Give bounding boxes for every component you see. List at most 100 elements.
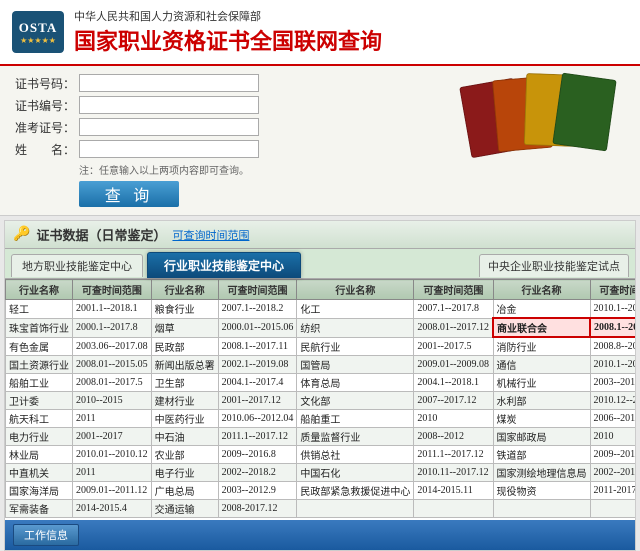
table-row: 轻工2001.1--2018.1粮食行业2007.1--2018.2化工2007… xyxy=(6,300,636,319)
table-cell: 2002.1--2019.08 xyxy=(218,356,297,374)
table-cell: 国土资源行业 xyxy=(6,356,73,374)
table-cell: 2007.1--2018.2 xyxy=(218,300,297,319)
work-info-button[interactable]: 工作信息 xyxy=(13,524,79,546)
table-cell: 纺织 xyxy=(297,318,414,337)
form-row-exam-num: 准考证号： xyxy=(15,118,455,136)
table-cell: 轻工 xyxy=(6,300,73,319)
table-cell: 粮食行业 xyxy=(151,300,218,319)
table-cell xyxy=(493,500,590,518)
tab-central[interactable]: 中央企业职业技能鉴定试点 xyxy=(479,254,629,277)
table-header-row: 行业名称 可查时间范围 行业名称 可查时间范围 行业名称 可查时间范围 行业名称… xyxy=(6,280,636,300)
label-cert-num: 证书号码： xyxy=(15,75,75,92)
table-cell: 军需装备 xyxy=(6,500,73,518)
table-cell: 2008.01--2015.05 xyxy=(73,356,152,374)
cert-images xyxy=(465,74,625,154)
osta-logo: OSTA ★★★★★ xyxy=(12,11,64,53)
table-cell: 2008--2012 xyxy=(414,428,493,446)
label-name: 姓 名： xyxy=(15,141,75,158)
table-cell: 2009--2011 xyxy=(590,446,635,464)
logo-stars: ★★★★★ xyxy=(20,36,56,45)
table-cell: 2008.1--2017.11 xyxy=(218,337,297,356)
label-exam-num: 准考证号： xyxy=(15,119,75,136)
table-cell: 交通运输 xyxy=(151,500,218,518)
table-cell: 电力行业 xyxy=(6,428,73,446)
query-button[interactable]: 查 询 xyxy=(79,181,179,207)
table-cell: 质量监督行业 xyxy=(297,428,414,446)
table-cell: 烟草 xyxy=(151,318,218,337)
table-cell: 2001--2017.12 xyxy=(218,392,297,410)
table-cell: 通信 xyxy=(493,356,590,374)
table-cell: 电子行业 xyxy=(151,464,218,482)
table-cell: 2000.01--2015.06 xyxy=(218,318,297,337)
table-row: 航天科工2011中医药行业2010.06--2012.04船舶重工2010煤炭2… xyxy=(6,410,636,428)
table-cell: 体育总局 xyxy=(297,374,414,392)
table-cell: 2010--2015 xyxy=(73,392,152,410)
table-cell: 2002--2018.2 xyxy=(218,464,297,482)
table-cell: 船舶工业 xyxy=(6,374,73,392)
form-row-cert-code: 证书编号： xyxy=(15,96,455,114)
table-cell: 2010.11--2017.12 xyxy=(414,464,493,482)
table-cell: 消防行业 xyxy=(493,337,590,356)
table-cell: 2011.1--2017.12 xyxy=(414,446,493,464)
input-cert-code[interactable] xyxy=(79,96,259,114)
table-cell: 文化部 xyxy=(297,392,414,410)
section-link[interactable]: 可查询时间范围 xyxy=(172,227,249,243)
tab-industry[interactable]: 行业职业技能鉴定中心 xyxy=(147,252,301,278)
th-industry-4: 行业名称 xyxy=(493,280,590,300)
table-cell: 新闻出版总署 xyxy=(151,356,218,374)
input-exam-num[interactable] xyxy=(79,118,259,136)
table-cell: 民航行业 xyxy=(297,337,414,356)
table-cell: 民政部紧急救援促进中心 xyxy=(297,482,414,500)
table-cell: 铁道部 xyxy=(493,446,590,464)
table-cell: 国家测绘地理信息局 xyxy=(493,464,590,482)
table-cell: 2014-2015.11 xyxy=(414,482,493,500)
table-cell xyxy=(590,500,635,518)
header-title: 中华人民共和国人力资源和社会保障部 国家职业资格证书全国联网查询 xyxy=(74,8,382,56)
table-cell: 珠宝首饰行业 xyxy=(6,318,73,337)
table-cell: 2003--2012.9 xyxy=(218,482,297,500)
key-icon: 🔑 xyxy=(13,226,30,243)
table-row: 船舶工业2008.01--2017.5卫生部2004.1--2017.4体育总局… xyxy=(6,374,636,392)
input-cert-num[interactable] xyxy=(79,74,259,92)
input-name[interactable] xyxy=(79,140,259,158)
search-area: 证书号码： 证书编号： 准考证号： 姓 名： 注：任意输入以上两项内容即可查询。… xyxy=(0,66,640,216)
table-cell: 2010.12--2017.05 xyxy=(590,392,635,410)
table-cell: 2014-2015.4 xyxy=(73,500,152,518)
table-cell: 2000.1--2017.8 xyxy=(73,318,152,337)
header-subtitle: 中华人民共和国人力资源和社会保障部 xyxy=(74,8,382,24)
table-cell: 建材行业 xyxy=(151,392,218,410)
table-cell: 中石油 xyxy=(151,428,218,446)
search-form: 证书号码： 证书编号： 准考证号： 姓 名： 注：任意输入以上两项内容即可查询。… xyxy=(15,74,455,207)
table-cell: 2010 xyxy=(414,410,493,428)
tab-local[interactable]: 地方职业技能鉴定中心 xyxy=(11,254,143,277)
header: OSTA ★★★★★ 中华人民共和国人力资源和社会保障部 国家职业资格证书全国联… xyxy=(0,0,640,66)
table-cell: 国管局 xyxy=(297,356,414,374)
table-cell: 2008.01--2017.12 xyxy=(414,318,493,337)
table-cell: 卫计委 xyxy=(6,392,73,410)
table-row: 卫计委2010--2015建材行业2001--2017.12文化部2007--2… xyxy=(6,392,636,410)
table-body: 轻工2001.1--2018.1粮食行业2007.1--2018.2化工2007… xyxy=(6,300,636,518)
table-row: 国家海洋局2009.01--2011.12广电总局2003--2012.9民政部… xyxy=(6,482,636,500)
table-cell: 中医药行业 xyxy=(151,410,218,428)
label-cert-code: 证书编号： xyxy=(15,97,75,114)
table-cell: 国家邮政局 xyxy=(493,428,590,446)
table-cell: 航天科工 xyxy=(6,410,73,428)
table-row: 有色金属2003.06--2017.08民政部2008.1--2017.11民航… xyxy=(6,337,636,356)
table-cell: 2007--2017.12 xyxy=(414,392,493,410)
th-industry-1: 行业名称 xyxy=(6,280,73,300)
table-row: 军需装备2014-2015.4交通运输2008-2017.12 xyxy=(6,500,636,518)
table-cell: 2011 xyxy=(73,410,152,428)
table-cell: 2011 xyxy=(73,464,152,482)
form-row-name: 姓 名： xyxy=(15,140,455,158)
section-header: 🔑 证书数据（日常鉴定） 可查询时间范围 xyxy=(5,221,635,249)
table-cell: 林业局 xyxy=(6,446,73,464)
table-cell: 2008.8--2018.2 xyxy=(590,337,635,356)
th-range-3: 可查时间范围 xyxy=(414,280,493,300)
table-cell: 2009--2016.8 xyxy=(218,446,297,464)
table-cell: 2010.06--2012.04 xyxy=(218,410,297,428)
form-row-cert-num: 证书号码： xyxy=(15,74,455,92)
table-cell: 水利部 xyxy=(493,392,590,410)
header-main-title: 国家职业资格证书全国联网查询 xyxy=(74,24,382,56)
table-row: 国土资源行业2008.01--2015.05新闻出版总署2002.1--2019… xyxy=(6,356,636,374)
th-range-4: 可查时间范围 xyxy=(590,280,635,300)
